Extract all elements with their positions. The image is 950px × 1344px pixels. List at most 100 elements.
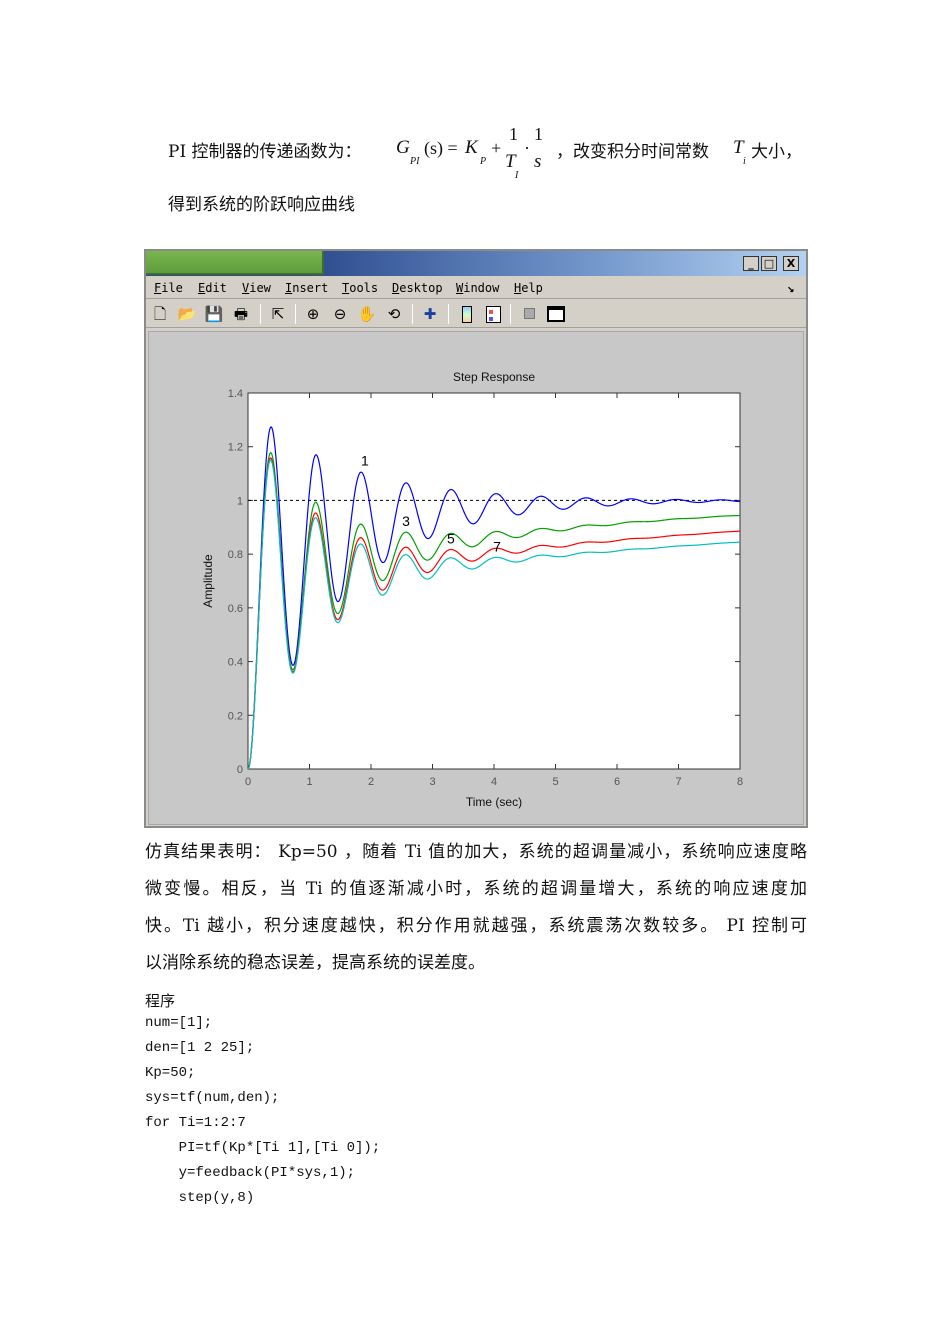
- formula-plus: +: [491, 138, 502, 158]
- x-tick-label: 1: [306, 776, 312, 788]
- y-tick-label: 1.2: [228, 442, 243, 454]
- step-response-chart[interactable]: 0 1 2 3 4 5 6 7 8 0 0.2 0.4 0.6 0.8 1 1.2 1.4 Step Respon…: [149, 332, 805, 826]
- zoom-in-icon[interactable]: ⊕: [303, 304, 323, 324]
- y-axis-label: Amplitude: [201, 554, 215, 608]
- x-tick-label: 5: [552, 776, 558, 788]
- select-arrow-icon[interactable]: ⇱: [268, 304, 288, 324]
- new-file-icon[interactable]: 🗋: [150, 304, 170, 324]
- formula-s: s: [534, 151, 542, 172]
- y-tick-label: 0.6: [228, 603, 243, 615]
- formula-numerator-1: 1: [509, 124, 518, 144]
- toolbar-separator: [510, 304, 511, 324]
- x-tick-label: 3: [429, 776, 435, 788]
- toolbar-separator: [448, 304, 449, 324]
- conclusion-line-1: 仿真结果表明： Kp=50 ，随着 Ti 值的加大，系统的超调量减小，系统响应速…: [145, 842, 807, 862]
- formula-K: K: [465, 137, 478, 158]
- y-tick-label: 0.8: [228, 549, 243, 561]
- formula-dot: ·: [524, 138, 530, 158]
- y-tick-label: 1: [237, 495, 243, 507]
- menu-edit[interactable]: Edit: [198, 281, 227, 295]
- toolbar-separator: [260, 304, 261, 324]
- formula-T: T: [505, 151, 516, 172]
- zoom-out-icon[interactable]: ⊖: [330, 304, 350, 324]
- menu-insert[interactable]: Insert: [285, 281, 328, 295]
- code-line: step(y,8): [145, 1190, 255, 1206]
- code-line: den=[1 2 25];: [145, 1040, 255, 1056]
- close-button[interactable]: X: [783, 256, 799, 271]
- intro-prefix: PI 控制器的传递函数为：: [168, 142, 362, 162]
- code-line: sys=tf(num,den);: [145, 1090, 280, 1106]
- menu-file-label: ile: [161, 281, 183, 295]
- conclusion-line-2: 微变慢。相反，当 Ti 的值逐渐减小时，系统的超调量增大，系统的响应速度加: [145, 879, 807, 899]
- menu-edit-label: dit: [205, 281, 227, 295]
- intro-mid: ，改变积分时间常数: [556, 142, 709, 162]
- x-tick-label: 7: [675, 776, 681, 788]
- program-heading: 程序: [145, 992, 176, 1010]
- legend-icon[interactable]: [483, 304, 503, 324]
- menu-desktop[interactable]: Desktop: [392, 281, 443, 295]
- code-line: num=[1];: [145, 1015, 213, 1031]
- chart-title: Step Response: [453, 370, 535, 384]
- x-tick-label: 4: [491, 776, 497, 788]
- menu-tools-label: ools: [349, 281, 379, 295]
- colorbar-icon[interactable]: [457, 304, 477, 324]
- show-plot-tools-icon[interactable]: [546, 304, 566, 324]
- hide-plot-tools-icon[interactable]: [519, 304, 539, 324]
- menu-file[interactable]: File: [154, 281, 183, 295]
- x-tick-label: 2: [368, 776, 374, 788]
- x-tick-label: 8: [737, 776, 743, 788]
- conclusion-line-4: 以消除系统的稳态误差，提高系统的误差度。: [145, 953, 485, 973]
- y-tick-label: 0: [237, 764, 243, 776]
- figure-toolbar: 🗋 📂 💾 🖶 ⇱ ⊕ ⊖ ✋ ⟲ ✚: [146, 300, 806, 328]
- intro-line2: 得到系统的阶跃响应曲线: [168, 195, 355, 215]
- data-cursor-icon[interactable]: ✚: [420, 304, 440, 324]
- menu-window-label: indow: [463, 281, 500, 295]
- code-line: PI=tf(Kp*[Ti 1],[Ti 0]);: [145, 1140, 381, 1156]
- print-icon[interactable]: 🖶: [231, 304, 251, 324]
- code-line: y=feedback(PI*sys,1);: [145, 1165, 356, 1181]
- minimize-button[interactable]: _: [743, 256, 759, 271]
- formula-G: G: [396, 137, 410, 158]
- plot-area: [247, 392, 741, 770]
- menu-insert-label: nsert: [292, 281, 329, 295]
- series-label-3: 3: [402, 513, 410, 529]
- conclusion-line-3: 快。Ti 越小，积分速度越快，积分作用就越强，系统震荡次数较多。 PI 控制可: [145, 916, 807, 936]
- toolbar-separator: [295, 304, 296, 324]
- series-label-1: 1: [361, 453, 369, 469]
- pan-hand-icon[interactable]: ✋: [357, 304, 377, 324]
- save-icon[interactable]: 💾: [204, 304, 224, 324]
- menu-view[interactable]: View: [242, 281, 271, 295]
- y-tick-label: 1.4: [228, 388, 243, 400]
- formula-T-sub: I: [515, 170, 519, 181]
- menu-help[interactable]: Help: [514, 281, 543, 295]
- x-tick-label: 6: [614, 776, 620, 788]
- title-overlay: [146, 251, 324, 275]
- formula-G-sub: PI: [410, 156, 420, 167]
- intro-Ti-sub: i: [743, 156, 746, 167]
- formula-s-arg: (s) =: [424, 138, 458, 158]
- title-bar[interactable]: _ □ X: [146, 251, 806, 276]
- series-label-7: 7: [493, 538, 501, 554]
- menu-window[interactable]: Window: [456, 281, 499, 295]
- code-line: Kp=50;: [145, 1065, 196, 1081]
- menu-tools[interactable]: Tools: [342, 281, 378, 295]
- intro-suffix: 大小，: [751, 142, 802, 162]
- formula-numerator-2: 1: [534, 124, 543, 144]
- code-line: for Ti=1:2:7: [145, 1115, 246, 1131]
- menu-bar: File Edit View Insert Tools Desktop Wind…: [146, 277, 806, 299]
- menu-help-label: elp: [521, 281, 543, 295]
- rotate-3d-icon[interactable]: ⟲: [384, 304, 404, 324]
- open-folder-icon[interactable]: 📂: [177, 304, 197, 324]
- dock-arrow-icon[interactable]: ↘: [787, 281, 794, 295]
- x-axis-label: Time (sec): [466, 795, 522, 809]
- intro-Ti: T: [733, 137, 744, 158]
- toolbar-separator: [412, 304, 413, 324]
- matlab-figure-window: _ □ X File Edit View Insert Tools Deskto…: [144, 249, 808, 828]
- menu-view-label: iew: [249, 281, 271, 295]
- y-tick-label: 0.4: [228, 657, 243, 669]
- maximize-button[interactable]: □: [761, 256, 777, 271]
- figure-canvas: 0 1 2 3 4 5 6 7 8 0 0.2 0.4 0.6 0.8 1 1.2 1.4 Step Respon…: [148, 331, 804, 825]
- formula-K-sub: P: [480, 156, 487, 167]
- y-tick-label: 0.2: [228, 710, 243, 722]
- menu-desktop-label: esktop: [399, 281, 443, 295]
